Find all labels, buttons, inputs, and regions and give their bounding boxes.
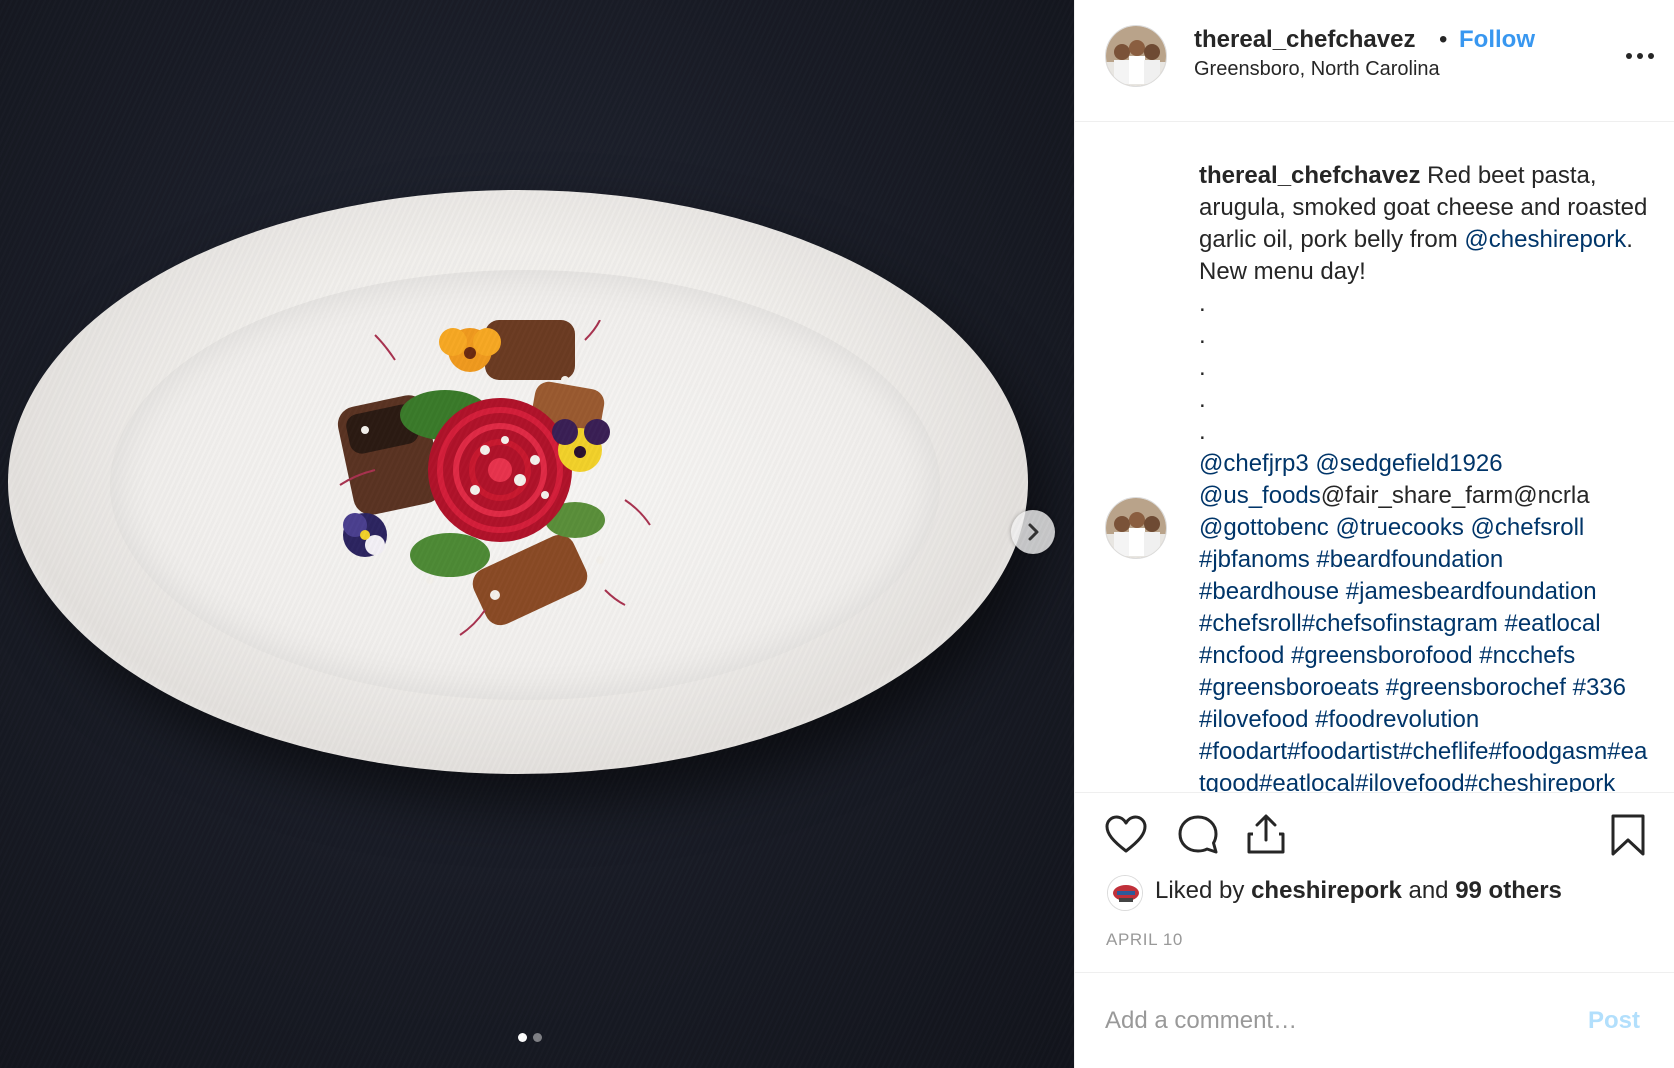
carousel-indicator bbox=[518, 1033, 542, 1042]
author-username[interactable]: thereal_chefchavez bbox=[1194, 26, 1415, 54]
caption-mention[interactable]: @cheshirepork bbox=[1464, 226, 1626, 253]
carousel-next-button[interactable] bbox=[1011, 510, 1055, 554]
author-avatar[interactable] bbox=[1105, 25, 1167, 87]
share-button[interactable] bbox=[1243, 812, 1289, 858]
caption-username[interactable]: thereal_chefchavez bbox=[1199, 162, 1420, 189]
orange-pansy bbox=[439, 328, 501, 372]
follow-button[interactable]: Follow bbox=[1459, 26, 1535, 54]
purple-pansy bbox=[343, 513, 387, 557]
actions-divider bbox=[1075, 792, 1674, 793]
heart-icon bbox=[1105, 815, 1147, 853]
likes-summary: Liked by cheshirepork and 99 others bbox=[1155, 877, 1562, 905]
chevron-right-icon bbox=[1028, 523, 1039, 541]
caption-hashtags[interactable]: @gottobenc @truecooks @chefsroll #jbfano… bbox=[1199, 514, 1647, 792]
comments-scroll-area[interactable]: thereal_chefchavez Red beet pasta, arugu… bbox=[1075, 122, 1674, 792]
likes-prefix: Liked by bbox=[1155, 877, 1252, 904]
share-icon bbox=[1247, 814, 1285, 854]
plate-shadow bbox=[30, 215, 1040, 805]
comment-button[interactable] bbox=[1175, 812, 1221, 858]
comment-icon bbox=[1178, 815, 1218, 854]
likes-others-link[interactable]: 99 others bbox=[1455, 877, 1562, 904]
more-options-button[interactable] bbox=[1615, 44, 1665, 68]
post-date[interactable]: APRIL 10 bbox=[1106, 930, 1183, 950]
plate-image bbox=[8, 190, 1028, 774]
caption-mentions[interactable]: @chefjrp3 @sedgefield1926 bbox=[1199, 450, 1503, 477]
caption-author-avatar[interactable] bbox=[1105, 497, 1167, 559]
caption-dot: . bbox=[1199, 386, 1206, 413]
more-horizontal-icon bbox=[1626, 53, 1654, 59]
save-button[interactable] bbox=[1605, 812, 1651, 858]
bookmark-icon bbox=[1611, 814, 1645, 856]
avatar-photo bbox=[1106, 26, 1166, 86]
likes-middle: and bbox=[1401, 877, 1456, 904]
carousel-dot-active bbox=[518, 1033, 527, 1042]
caption-dot: . bbox=[1199, 322, 1206, 349]
avatar-photo bbox=[1106, 498, 1166, 558]
post-panel: thereal_chefchavez • Follow Greensboro, … bbox=[1074, 0, 1674, 1068]
caption-dot: . bbox=[1199, 290, 1206, 317]
caption-text: @fair_share_farm@ncrla bbox=[1320, 482, 1590, 509]
like-button[interactable] bbox=[1103, 812, 1149, 858]
post-media[interactable] bbox=[0, 0, 1074, 1068]
yellow-pansy bbox=[552, 419, 610, 472]
carousel-dot bbox=[533, 1033, 542, 1042]
post-header: thereal_chefchavez • Follow Greensboro, … bbox=[1075, 0, 1674, 122]
caption-mention[interactable]: @us_foods bbox=[1199, 482, 1321, 509]
liker-username[interactable]: cheshirepork bbox=[1251, 877, 1402, 904]
caption-dot: . bbox=[1199, 354, 1206, 381]
post-comment-button[interactable]: Post bbox=[1588, 1007, 1640, 1035]
header-separator: • bbox=[1439, 26, 1448, 53]
comment-bar: Post bbox=[1075, 972, 1674, 1068]
liker-avatar[interactable] bbox=[1107, 875, 1143, 911]
post-location[interactable]: Greensboro, North Carolina bbox=[1194, 58, 1440, 81]
dish-image bbox=[337, 320, 651, 636]
post-caption: thereal_chefchavez Red beet pasta, arugu… bbox=[1199, 160, 1649, 792]
caption-dot: . bbox=[1199, 418, 1206, 445]
comment-input[interactable] bbox=[1105, 999, 1565, 1043]
liker-logo-icon bbox=[1108, 876, 1142, 910]
plate-well bbox=[110, 270, 940, 700]
